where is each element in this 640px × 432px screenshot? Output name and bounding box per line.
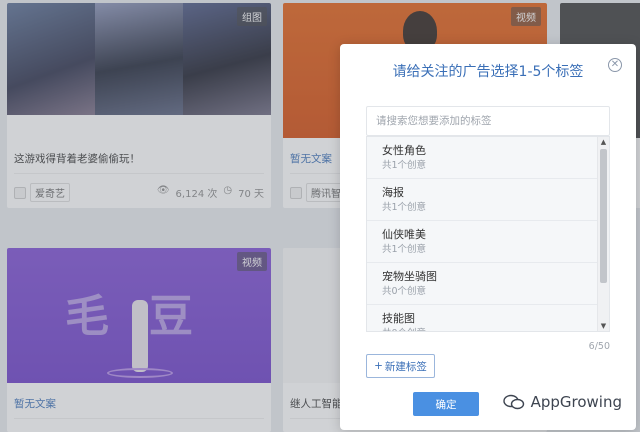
scroll-down-icon[interactable]: ▼ bbox=[598, 321, 609, 331]
plus-icon: + bbox=[374, 360, 383, 372]
dialog-title: 请给关注的广告选择1-5个标签 bbox=[392, 64, 584, 80]
watermark-text: AppGrowing bbox=[530, 393, 622, 411]
tag-creative-count: 共1个创意 bbox=[382, 160, 427, 171]
tag-count-indicator: 6/50 bbox=[588, 341, 610, 352]
scroll-thumb[interactable] bbox=[600, 149, 607, 283]
tag-search-input[interactable] bbox=[366, 106, 610, 136]
tag-option[interactable]: 海报共1个创意 bbox=[367, 179, 597, 221]
close-icon[interactable]: ✕ bbox=[608, 58, 622, 72]
tag-list: 女性角色共1个创意海报共1个创意仙侠唯美共1个创意宠物坐骑图共0个创意技能图共0… bbox=[366, 136, 610, 332]
wechat-icon bbox=[502, 394, 524, 410]
tag-option[interactable]: 技能图共0个创意 bbox=[367, 305, 597, 331]
tag-name: 宠物坐骑图 bbox=[382, 270, 437, 283]
new-tag-button[interactable]: + 新建标签 bbox=[366, 354, 435, 378]
tag-name: 海报 bbox=[382, 186, 404, 199]
watermark: AppGrowing bbox=[502, 393, 622, 411]
tag-name: 技能图 bbox=[382, 312, 415, 325]
new-tag-label: 新建标签 bbox=[384, 360, 427, 373]
tag-option[interactable]: 仙侠唯美共1个创意 bbox=[367, 221, 597, 263]
tag-select-dialog: 请给关注的广告选择1-5个标签 ✕ 女性角色共1个创意海报共1个创意仙侠唯美共1… bbox=[340, 44, 636, 430]
tag-option[interactable]: 女性角色共1个创意 bbox=[367, 137, 597, 179]
tag-creative-count: 共0个创意 bbox=[382, 327, 582, 331]
tag-creative-count: 共0个创意 bbox=[382, 286, 427, 297]
tag-list-scrollbar[interactable]: ▲ ▼ bbox=[597, 137, 609, 331]
tag-option[interactable]: 宠物坐骑图共0个创意 bbox=[367, 263, 597, 305]
tag-name: 女性角色 bbox=[382, 144, 426, 157]
tag-name: 仙侠唯美 bbox=[382, 228, 426, 241]
scroll-up-icon[interactable]: ▲ bbox=[598, 137, 609, 147]
tag-creative-count: 共1个创意 bbox=[382, 244, 427, 255]
tag-creative-count: 共1个创意 bbox=[382, 202, 427, 213]
confirm-button[interactable]: 确定 bbox=[413, 392, 479, 416]
